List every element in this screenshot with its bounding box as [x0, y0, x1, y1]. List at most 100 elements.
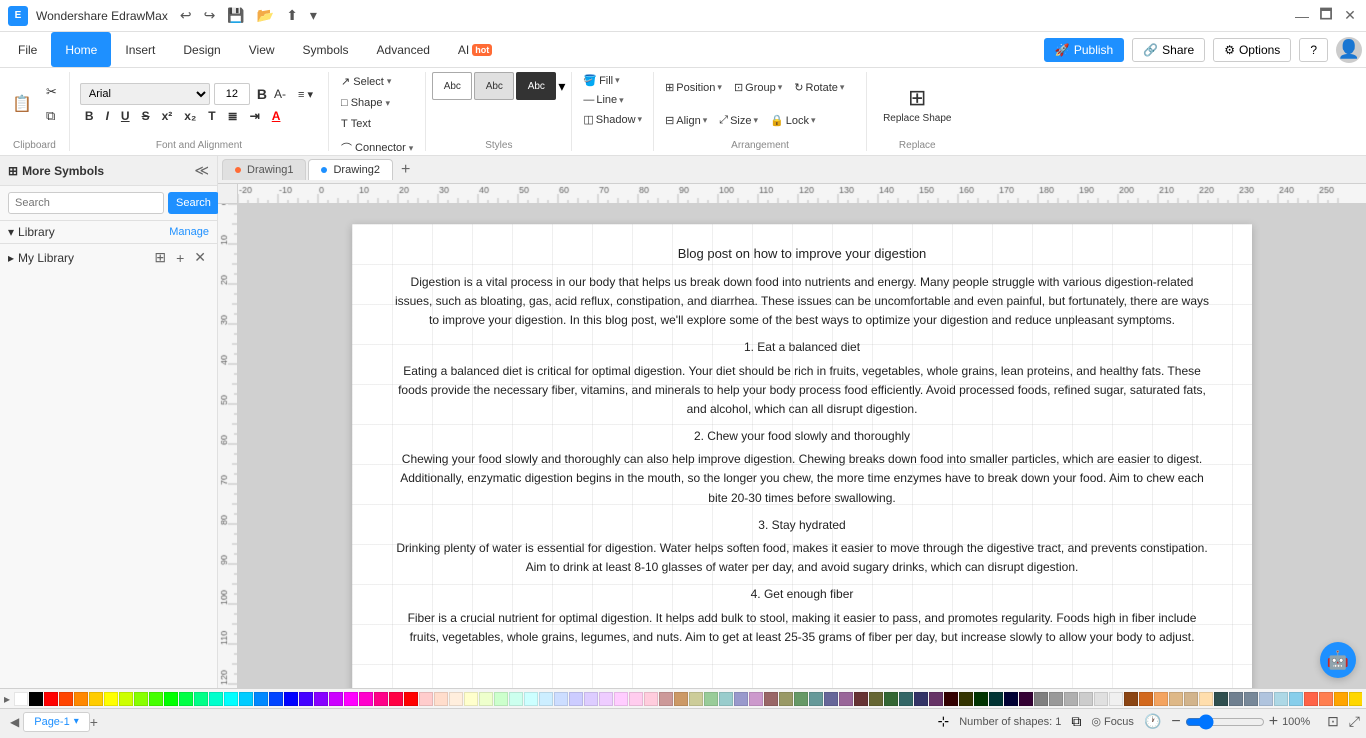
lock-button[interactable]: 🔒 Lock ▾: [765, 112, 820, 129]
color-swatch[interactable]: [1334, 692, 1348, 706]
color-swatch[interactable]: [449, 692, 463, 706]
color-swatch[interactable]: [404, 692, 418, 706]
color-swatch[interactable]: [569, 692, 583, 706]
zoom-out-button[interactable]: −: [1171, 713, 1180, 731]
color-swatch[interactable]: [434, 692, 448, 706]
menu-view[interactable]: View: [235, 32, 289, 67]
color-swatch[interactable]: [149, 692, 163, 706]
rotate-button[interactable]: ↻ Rotate ▾: [789, 79, 849, 96]
position-button[interactable]: ⊞ Position ▾: [660, 79, 727, 96]
zoom-in-button[interactable]: +: [1269, 713, 1278, 731]
focus-button[interactable]: ◎ Focus: [1091, 715, 1134, 728]
color-swatch[interactable]: [254, 692, 268, 706]
color-swatch[interactable]: [1139, 692, 1153, 706]
color-swatch[interactable]: [884, 692, 898, 706]
user-avatar[interactable]: 👤: [1336, 37, 1362, 63]
color-swatch[interactable]: [779, 692, 793, 706]
add-page-button[interactable]: +: [90, 714, 98, 730]
color-swatch[interactable]: [329, 692, 343, 706]
zoom-slider[interactable]: [1185, 714, 1265, 730]
color-swatch[interactable]: [1289, 692, 1303, 706]
style-box-3[interactable]: Abc: [516, 72, 556, 100]
color-swatch[interactable]: [314, 692, 328, 706]
indent-button[interactable]: ⇥: [245, 107, 265, 125]
color-swatch[interactable]: [59, 692, 73, 706]
color-swatch[interactable]: [989, 692, 1003, 706]
fill-button[interactable]: 🪣 Fill ▾: [578, 72, 624, 89]
color-swatch[interactable]: [1004, 692, 1018, 706]
color-bar-arrow[interactable]: ▸: [4, 692, 10, 706]
select-button[interactable]: ↗ Select ▾: [335, 72, 397, 91]
color-swatch[interactable]: [719, 692, 733, 706]
my-library-label[interactable]: ▸ My Library: [8, 251, 74, 265]
open-button[interactable]: 📂: [253, 5, 278, 26]
undo-button[interactable]: ↩: [176, 5, 196, 26]
expand-button[interactable]: ⤢: [1349, 713, 1360, 730]
color-swatch[interactable]: [14, 692, 28, 706]
cursor-tool-icon[interactable]: ⊹: [938, 713, 950, 730]
color-swatch[interactable]: [839, 692, 853, 706]
color-swatch[interactable]: [389, 692, 403, 706]
color-swatch[interactable]: [209, 692, 223, 706]
color-swatch[interactable]: [1079, 692, 1093, 706]
color-swatch[interactable]: [239, 692, 253, 706]
color-swatch[interactable]: [824, 692, 838, 706]
color-swatch[interactable]: [899, 692, 913, 706]
color-swatch[interactable]: [659, 692, 673, 706]
library-label[interactable]: ▾ Library: [8, 225, 55, 239]
color-swatch[interactable]: [1184, 692, 1198, 706]
more-button[interactable]: ▾: [306, 5, 321, 26]
color-swatch[interactable]: [494, 692, 508, 706]
color-swatch[interactable]: [359, 692, 373, 706]
close-button[interactable]: ✕: [1342, 8, 1358, 24]
color-swatch[interactable]: [734, 692, 748, 706]
font-grow-button[interactable]: B: [254, 85, 270, 103]
menu-symbols[interactable]: Symbols: [289, 32, 363, 67]
page-prev-button[interactable]: ◀: [6, 713, 23, 731]
export-button[interactable]: ⬆: [282, 5, 302, 26]
color-swatch[interactable]: [524, 692, 538, 706]
color-swatch[interactable]: [1109, 692, 1123, 706]
color-swatch[interactable]: [269, 692, 283, 706]
color-swatch[interactable]: [1169, 692, 1183, 706]
copy-button[interactable]: ⧉: [40, 105, 63, 127]
panel-collapse-button[interactable]: ≪: [194, 162, 209, 179]
style-box-1[interactable]: Abc: [432, 72, 472, 100]
menu-design[interactable]: Design: [169, 32, 234, 67]
color-swatch[interactable]: [1349, 692, 1362, 706]
minimize-button[interactable]: —: [1294, 8, 1310, 24]
menu-insert[interactable]: Insert: [111, 32, 169, 67]
tab-drawing1[interactable]: Drawing1: [222, 159, 306, 180]
color-button[interactable]: A: [267, 107, 286, 125]
color-swatch[interactable]: [1094, 692, 1108, 706]
help-button[interactable]: ?: [1299, 38, 1328, 62]
color-swatch[interactable]: [944, 692, 958, 706]
color-swatch[interactable]: [1154, 692, 1168, 706]
my-library-add-button[interactable]: +: [173, 248, 187, 267]
color-swatch[interactable]: [704, 692, 718, 706]
canvas-inner[interactable]: Blog post on how to improve your digesti…: [238, 204, 1366, 688]
color-swatch[interactable]: [809, 692, 823, 706]
share-button[interactable]: 🔗 Share: [1132, 38, 1205, 62]
color-swatch[interactable]: [1259, 692, 1273, 706]
my-library-close-button[interactable]: ✕: [191, 248, 209, 267]
menu-home[interactable]: Home: [51, 32, 111, 67]
color-swatch[interactable]: [104, 692, 118, 706]
fit-button[interactable]: ⊡: [1327, 713, 1339, 730]
color-swatch[interactable]: [1049, 692, 1063, 706]
color-swatch[interactable]: [1304, 692, 1318, 706]
color-swatch[interactable]: [284, 692, 298, 706]
align-button[interactable]: ≡ ▾: [293, 86, 318, 103]
color-swatch[interactable]: [194, 692, 208, 706]
size-button[interactable]: ⤢ Size ▾: [714, 112, 763, 129]
layers-icon[interactable]: ⧉: [1071, 713, 1081, 730]
font-size-input[interactable]: [214, 83, 250, 105]
color-swatch[interactable]: [1019, 692, 1033, 706]
maximize-button[interactable]: 🗖: [1318, 8, 1334, 24]
search-button[interactable]: Search: [168, 192, 219, 214]
text-button[interactable]: T: [203, 107, 220, 125]
styles-more-button[interactable]: ▾: [558, 78, 565, 95]
text-tool-button[interactable]: T Text: [335, 115, 377, 133]
color-swatch[interactable]: [674, 692, 688, 706]
redo-button[interactable]: ↪: [200, 5, 220, 26]
